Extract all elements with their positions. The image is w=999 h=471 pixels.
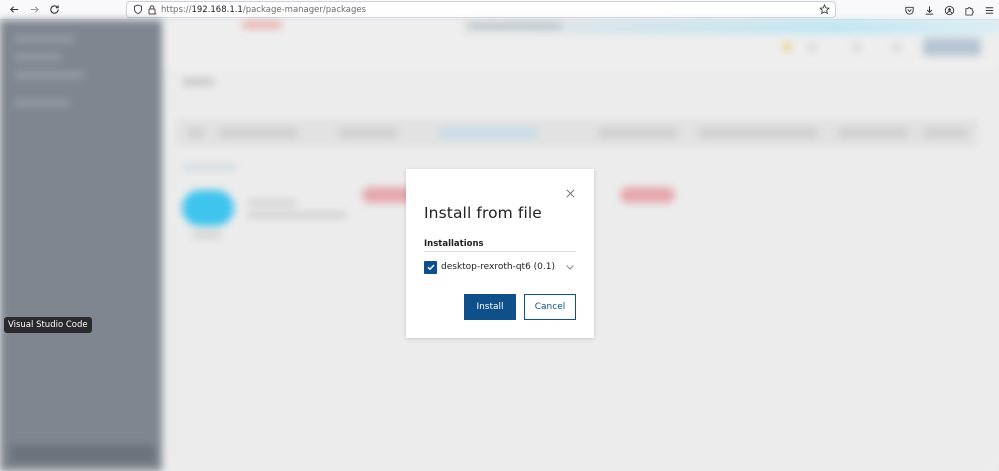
filter-chip bbox=[338, 128, 398, 138]
cancel-button[interactable]: Cancel bbox=[524, 294, 576, 320]
header-icon bbox=[807, 42, 817, 52]
install-dialog: Install from file Installations desktop-… bbox=[406, 169, 594, 338]
dialog-title: Install from file bbox=[424, 204, 542, 222]
downloads-button[interactable] bbox=[919, 0, 939, 20]
url-prefix: https:// bbox=[161, 4, 192, 15]
url-bar[interactable]: https://192.168.1.1/package-manager/pack… bbox=[126, 1, 836, 18]
account-button[interactable] bbox=[939, 0, 959, 20]
expand-toggle[interactable] bbox=[564, 261, 576, 273]
filter-chip bbox=[438, 128, 538, 138]
installation-item: desktop-rexroth-qt6 (0.1) bbox=[424, 260, 576, 274]
bookmark-star-button[interactable] bbox=[818, 3, 831, 16]
close-icon bbox=[566, 189, 574, 197]
arrow-left-icon bbox=[9, 6, 18, 13]
sidebar-placeholder bbox=[14, 36, 74, 42]
tooltip: Visual Studio Code bbox=[4, 317, 92, 333]
header-accent bbox=[242, 22, 282, 28]
filter-bar bbox=[177, 120, 977, 146]
install-button[interactable]: Install bbox=[464, 294, 516, 320]
filter-chip bbox=[698, 128, 818, 138]
url-path: /package-manager/packages bbox=[242, 4, 367, 15]
header-button bbox=[923, 38, 981, 56]
filter-chip bbox=[598, 128, 678, 138]
chevron-down-icon bbox=[566, 265, 574, 270]
sidebar-footer bbox=[10, 445, 155, 463]
star-icon bbox=[819, 4, 830, 15]
sidebar-placeholder bbox=[14, 72, 84, 78]
package-card-image bbox=[182, 190, 234, 226]
extensions-button[interactable] bbox=[959, 0, 979, 20]
reload-icon bbox=[49, 5, 59, 14]
browser-toolbar: https://192.168.1.1/package-manager/pack… bbox=[0, 0, 999, 20]
toolbar-right-icons bbox=[899, 0, 999, 20]
account-icon bbox=[944, 5, 954, 15]
lock-icon[interactable] bbox=[145, 3, 159, 17]
header-icon bbox=[892, 42, 902, 52]
section-placeholder bbox=[182, 165, 237, 170]
shield-icon[interactable] bbox=[131, 3, 145, 17]
arrow-right-icon bbox=[30, 6, 39, 13]
installation-item-label: desktop-rexroth-qt6 (0.1) bbox=[441, 262, 556, 272]
app-menu-button[interactable] bbox=[979, 0, 999, 20]
checkmark-icon bbox=[427, 264, 435, 271]
sidebar-placeholder bbox=[14, 100, 70, 106]
divider bbox=[424, 251, 576, 252]
card-placeholder bbox=[247, 212, 347, 218]
header-band bbox=[162, 20, 999, 70]
sidebar-placeholder bbox=[14, 54, 62, 60]
reload-button[interactable] bbox=[44, 0, 64, 20]
puzzle-icon bbox=[964, 6, 974, 15]
forward-button[interactable] bbox=[24, 0, 44, 20]
sidebar bbox=[0, 20, 162, 471]
close-button[interactable] bbox=[564, 187, 576, 199]
hamburger-menu-icon bbox=[985, 6, 993, 14]
card-placeholder bbox=[192, 232, 222, 238]
back-button[interactable] bbox=[4, 0, 24, 20]
url-host: 192.168.1.1 bbox=[191, 4, 243, 15]
filter-chip bbox=[838, 128, 908, 138]
header-icon bbox=[852, 42, 862, 52]
filter-chip bbox=[218, 128, 298, 138]
filter-chip bbox=[188, 128, 204, 138]
filter-chip bbox=[923, 128, 968, 138]
installation-checkbox[interactable] bbox=[424, 260, 437, 274]
card-placeholder bbox=[247, 200, 297, 206]
page-title-placeholder bbox=[182, 78, 214, 86]
url-text[interactable]: https://192.168.1.1/package-manager/pack… bbox=[161, 5, 366, 15]
pocket-icon bbox=[904, 6, 914, 15]
header-placeholder bbox=[467, 23, 562, 29]
status-pill bbox=[620, 187, 675, 203]
download-icon bbox=[925, 5, 933, 15]
header-icon bbox=[782, 42, 792, 52]
installations-label: Installations bbox=[424, 239, 484, 249]
pocket-button[interactable] bbox=[899, 0, 919, 20]
